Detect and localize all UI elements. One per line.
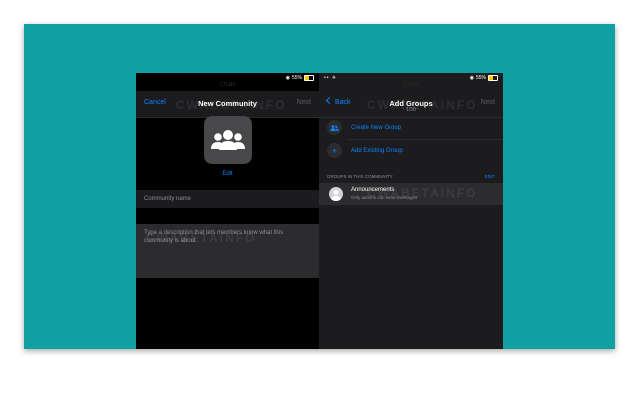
watermark: CWABETAINFO	[367, 186, 478, 200]
battery-label: 55%	[475, 75, 486, 81]
watermark: CWABETAINFO	[176, 98, 287, 112]
watermark: CWABETAINFO	[146, 231, 257, 245]
watermark: CWABETAINFO	[367, 98, 478, 112]
battery-indicator: ◉ 55%	[470, 75, 498, 81]
signal-indicator: •• ✈	[324, 75, 338, 81]
create-new-group-button[interactable]: Create New Group	[327, 120, 401, 135]
plus-icon: +	[327, 143, 342, 158]
community-icon	[211, 130, 245, 150]
wifi-icon: ◉	[469, 75, 474, 81]
divider	[348, 139, 503, 140]
avatar	[329, 187, 343, 201]
next-button[interactable]: Next	[297, 99, 311, 106]
edit-groups-button[interactable]: EDIT	[485, 174, 495, 179]
status-bar: •• ✈ ◉ 55%	[319, 73, 503, 82]
next-button[interactable]: Next	[481, 99, 495, 106]
add-existing-group-button[interactable]: + Add Existing Group	[327, 143, 403, 158]
wifi-icon: ◉	[285, 75, 290, 81]
battery-label: 55%	[291, 75, 302, 81]
section-header: GROUPS IN THIS COMMUNITY EDIT	[327, 174, 495, 179]
new-community-screen: ◉ 55% Chats Cancel New Community Next Ed…	[136, 73, 319, 349]
battery-icon	[488, 75, 498, 81]
battery-indicator: ◉ 55%	[286, 75, 314, 81]
battery-icon	[304, 75, 314, 81]
section-title: GROUPS IN THIS COMMUNITY	[327, 174, 393, 179]
device-screens: ◉ 55% Chats Cancel New Community Next Ed…	[136, 73, 503, 349]
add-existing-group-label: Add Existing Group	[351, 147, 403, 154]
status-bar: ◉ 55%	[136, 73, 319, 82]
people-icon	[327, 120, 342, 135]
community-name-field[interactable]: Community name	[136, 190, 319, 208]
edit-photo-link[interactable]: Edit	[136, 171, 319, 177]
community-photo-button[interactable]	[204, 116, 252, 164]
add-groups-screen: •• ✈ ◉ 55% Chats Back Add Groups 1/50 Ne…	[319, 73, 503, 349]
create-new-group-label: Create New Group	[351, 124, 402, 131]
